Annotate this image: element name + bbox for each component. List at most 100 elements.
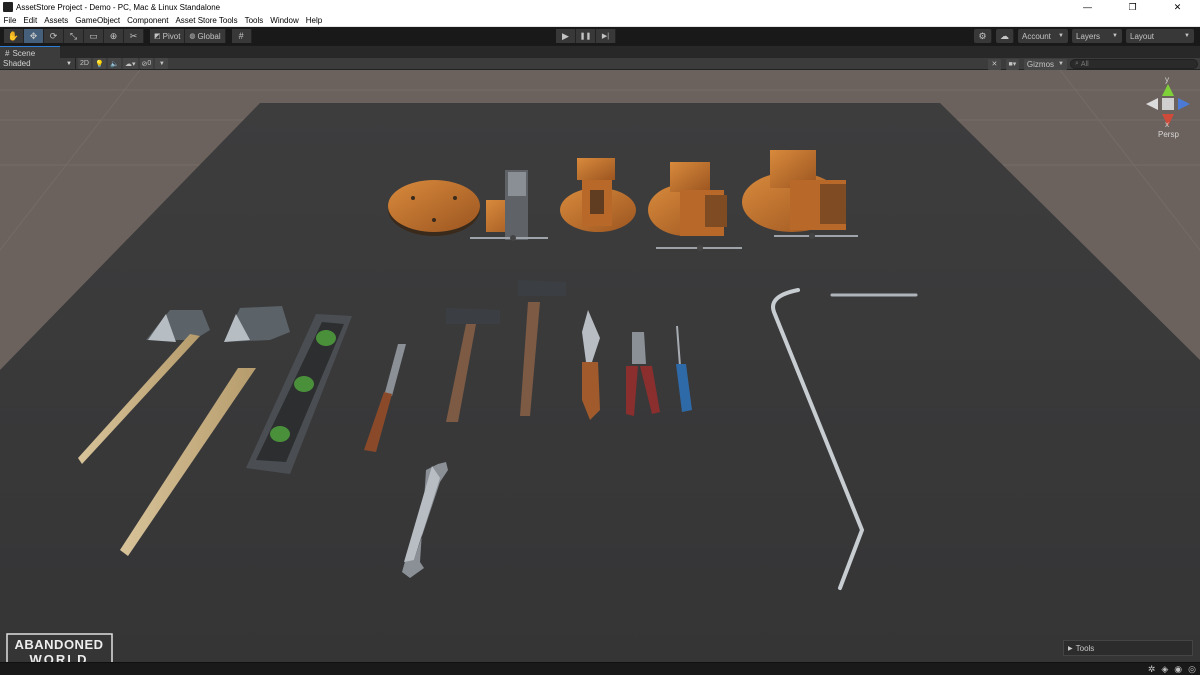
menu-file[interactable]: File — [0, 14, 20, 27]
layers-dropdown[interactable]: Layers ▼ — [1072, 29, 1122, 43]
chevron-down-icon: ▼ — [1058, 61, 1064, 67]
window-title: AssetStore Project - Demo - PC, Mac & Li… — [16, 2, 221, 12]
layout-label: Layout — [1130, 31, 1155, 41]
collab-status-icon[interactable]: ◈ — [1161, 664, 1168, 675]
rotate-tool-button[interactable]: ⟳ — [44, 29, 64, 43]
rotate-icon: ⟳ — [49, 30, 58, 41]
shading-mode-dropdown[interactable]: Shaded ▼ — [0, 58, 76, 69]
shading-mode-label: Shaded — [3, 59, 31, 68]
menu-gameobject[interactable]: GameObject — [72, 14, 124, 27]
grid-snap-button[interactable]: # — [231, 29, 252, 43]
camera-dropdown[interactable]: ■▾ — [1005, 58, 1019, 70]
gizmo-y-label: y — [1165, 75, 1169, 84]
move-tool-button[interactable]: ✥ — [24, 29, 44, 43]
global-label: Global — [197, 31, 221, 41]
transform-tools: ✋ ✥ ⟳ ⤡ ▭ ⊕ ✂ — [4, 29, 144, 43]
custom-tool-button[interactable]: ✂ — [124, 29, 144, 43]
menu-asset-store-tools[interactable]: Asset Store Tools — [172, 14, 241, 27]
chevron-right-icon: ▶ — [1068, 645, 1073, 652]
services-button[interactable]: ⚙ — [974, 29, 992, 43]
account-dropdown[interactable]: Account ▼ — [1018, 29, 1068, 43]
logo-line1: ABANDONED — [15, 637, 104, 652]
auto-refresh-icon[interactable]: ◎ — [1188, 664, 1196, 675]
grid-snap-icon: # — [238, 31, 244, 41]
global-toggle[interactable]: ◍ Global — [185, 29, 226, 43]
minimize-button[interactable]: — — [1065, 0, 1110, 14]
menu-window[interactable]: Window — [267, 14, 302, 27]
pivot-toggle[interactable]: ◩ Pivot — [150, 29, 186, 43]
cache-icon[interactable]: ◉ — [1174, 664, 1182, 675]
hidden-count: 0 — [147, 60, 152, 67]
gizmos-label: Gizmos — [1026, 59, 1055, 69]
pivot-icon: ◩ — [154, 33, 161, 40]
scale-tool-button[interactable]: ⤡ — [64, 29, 84, 43]
chevron-down-icon: ▼ — [1058, 33, 1064, 39]
gear-icon: ⚙ — [978, 30, 987, 41]
chevron-down-icon: ▼ — [1112, 33, 1118, 39]
search-placeholder: All — [1080, 60, 1089, 68]
scene-grid-icon: # — [5, 48, 10, 58]
audio-toggle[interactable]: 🔈 — [108, 58, 121, 69]
cloud-icon: ☁ — [1000, 30, 1009, 41]
rect-icon: ▭ — [89, 30, 98, 41]
tools-overlay-label: Tools — [1075, 643, 1095, 653]
2d-label: 2D — [80, 60, 89, 67]
gizmos-dropdown[interactable]: Gizmos ▼ — [1023, 58, 1067, 70]
chevron-down-icon: ▼ — [66, 60, 72, 67]
account-label: Account — [1022, 31, 1051, 41]
scene-toolbar: Shaded ▼ 2D 💡 🔈 ☁▾ ⊘ 0 ▼ ✕ ■▾ Gizmos ▼ ⌕… — [0, 58, 1200, 70]
search-icon: ⌕ — [1075, 60, 1079, 67]
progress-icon[interactable]: ✲ — [1148, 664, 1156, 675]
title-bar: AssetStore Project - Demo - PC, Mac & Li… — [0, 0, 1200, 14]
menu-component[interactable]: Component — [124, 14, 172, 27]
play-controls: ▶ ❚❚ ▶| — [556, 29, 616, 43]
move-icon: ✥ — [29, 30, 38, 41]
status-bar: ✲ ◈ ◉ ◎ — [0, 662, 1200, 675]
maximize-button[interactable]: ❐ — [1110, 0, 1155, 14]
menu-assets[interactable]: Assets — [41, 14, 72, 27]
scene-search-input[interactable]: ⌕ All — [1070, 59, 1198, 69]
transform-icon: ⊕ — [109, 30, 118, 41]
chevron-down-icon: ▼ — [1184, 33, 1190, 39]
main-toolbar: ✋ ✥ ⟳ ⤡ ▭ ⊕ ✂ ◩ Pivot ◍ Global # ▶ ❚❚ ▶|… — [0, 27, 1200, 45]
step-button[interactable]: ▶| — [596, 29, 616, 43]
effects-dropdown[interactable]: ☁▾ — [123, 58, 138, 69]
hand-tool-button[interactable]: ✋ — [4, 29, 24, 43]
menu-tools[interactable]: Tools — [241, 14, 267, 27]
scene-visibility-toggle[interactable]: ⊘ 0 — [139, 58, 154, 69]
scale-icon: ⤡ — [69, 30, 78, 41]
pause-button[interactable]: ❚❚ — [576, 29, 596, 43]
speaker-icon: 🔈 — [110, 60, 119, 68]
tab-scene-label: Scene — [12, 48, 36, 58]
custom-tool-icon: ✂ — [129, 30, 138, 41]
globe-icon: ◍ — [189, 33, 196, 40]
menu-edit[interactable]: Edit — [20, 14, 41, 27]
play-button[interactable]: ▶ — [556, 29, 576, 43]
transform-tool-button[interactable]: ⊕ — [104, 29, 124, 43]
close-button[interactable]: ✕ — [1155, 0, 1200, 14]
pause-icon: ❚❚ — [579, 33, 592, 40]
layout-dropdown[interactable]: Layout ▼ — [1126, 29, 1194, 43]
tools-settings-button[interactable]: ✕ — [987, 58, 1001, 70]
collab-button[interactable]: ☁ — [996, 29, 1014, 43]
lightbulb-icon: 💡 — [95, 60, 104, 68]
gizmo-x-label: x — [1165, 120, 1169, 129]
rect-tool-button[interactable]: ▭ — [84, 29, 104, 43]
step-icon: ▶| — [601, 33, 610, 40]
camera-icon: ■▾ — [1008, 61, 1017, 68]
tools-overlay-toggle[interactable]: ▶ Tools — [1063, 640, 1193, 656]
camera-settings-dropdown[interactable]: ▼ — [155, 58, 169, 69]
tab-strip: # Scene — [0, 45, 1200, 59]
menu-bar: File Edit Assets GameObject Component As… — [0, 14, 1200, 27]
menu-help[interactable]: Help — [302, 14, 325, 27]
chevron-down-icon: ▼ — [158, 60, 165, 67]
persp-label: Persp — [1158, 130, 1179, 139]
scene-viewport[interactable]: y x Persp — [0, 70, 1200, 662]
unity-logo-icon — [3, 2, 13, 12]
vise-base-plate — [388, 180, 480, 236]
layers-label: Layers — [1076, 31, 1101, 41]
wrench-icon: ✕ — [991, 61, 998, 68]
pivot-label: Pivot — [162, 31, 181, 41]
2d-toggle[interactable]: 2D — [78, 58, 91, 69]
lighting-toggle[interactable]: 💡 — [93, 58, 106, 69]
